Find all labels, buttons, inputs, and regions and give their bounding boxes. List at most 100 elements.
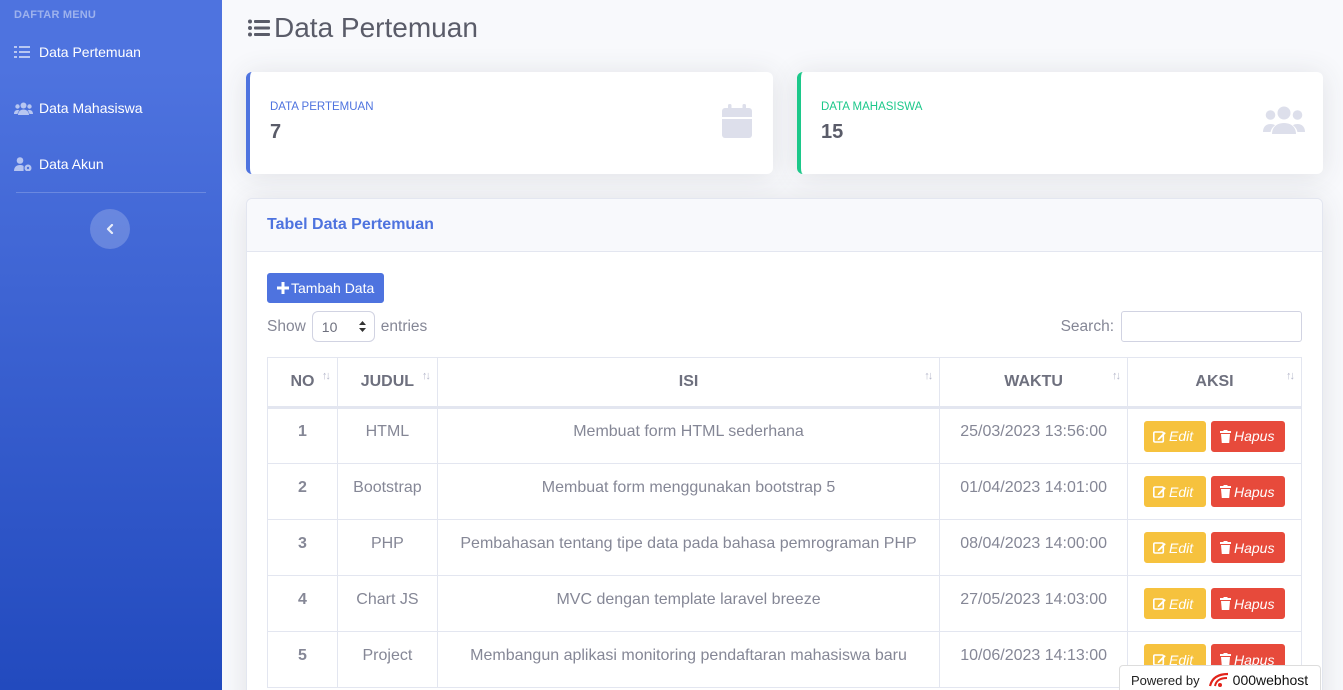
column-header-judul[interactable]: JUDUL ↑↓ — [336, 357, 438, 409]
search-input[interactable] — [1121, 311, 1302, 342]
table-card-title: Tabel Data Pertemuan — [267, 216, 434, 233]
table-row: 3 PHP Pembahasan tentang tipe data pada ba… — [267, 519, 1302, 576]
entries-length-control: Show 10 entries — [267, 311, 427, 342]
cell-aksi: Edit Hapus — [1127, 519, 1302, 576]
edit-button[interactable]: Edit — [1144, 532, 1206, 563]
stat-label: DATA PERTEMUAN — [270, 101, 374, 113]
sidebar-divider — [16, 192, 206, 193]
table-row: 1 HTML Membuat form HTML sederhana 25/03/20… — [267, 407, 1302, 464]
stat-card-data-pertemuan: DATA PERTEMUAN 7 — [246, 72, 773, 174]
entries-select-value: 10 — [321, 318, 338, 335]
stat-value: 15 — [821, 121, 844, 143]
cell-waktu: 10/06/2023 14:13:00 — [939, 631, 1129, 688]
column-header-isi[interactable]: ISI ↑↓ — [436, 357, 941, 409]
list-icon — [248, 19, 270, 37]
edit-button[interactable]: Edit — [1144, 476, 1206, 507]
cell-aksi: Edit Hapus — [1127, 575, 1302, 632]
sidebar: DAFTAR MENU Data Pertemuan Data Mahasisw… — [0, 0, 222, 690]
cell-judul: Chart JS — [336, 575, 438, 632]
cell-waktu: 08/04/2023 14:00:00 — [939, 519, 1129, 576]
cell-no: 2 — [267, 463, 338, 520]
sidebar-item-data-mahasiswa[interactable]: Data Mahasiswa — [14, 96, 143, 120]
webhost-logo-icon — [1208, 672, 1230, 688]
sidebar-toggle-button[interactable] — [90, 209, 130, 249]
edit-label: Edit — [1169, 595, 1194, 612]
users-icon — [1263, 106, 1305, 139]
table-card: Tabel Data Pertemuan Tambah Data Show 10… — [246, 198, 1323, 690]
show-label: Show — [267, 317, 306, 335]
column-header-waktu[interactable]: WAKTU ↑↓ — [939, 357, 1129, 409]
column-header-no[interactable]: NO ↑↓ — [267, 357, 338, 409]
trash-icon — [1220, 541, 1234, 554]
cell-waktu: 01/04/2023 14:01:00 — [939, 463, 1129, 520]
page-title: Data Pertemuan — [248, 12, 478, 44]
sidebar-item-data-pertemuan[interactable]: Data Pertemuan — [14, 40, 141, 64]
calendar-icon — [722, 104, 752, 143]
sort-icon: ↑↓ — [1112, 370, 1121, 382]
sidebar-item-label: Data Mahasiswa — [39, 100, 143, 116]
delete-label: Hapus — [1234, 428, 1275, 444]
edit-button[interactable]: Edit — [1144, 588, 1206, 619]
add-data-label: Tambah Data — [291, 280, 375, 296]
cell-isi: Pembahasan tentang tipe data pada bahasa… — [436, 519, 941, 576]
delete-button[interactable]: Hapus — [1211, 532, 1285, 563]
edit-label: Edit — [1169, 428, 1194, 444]
sort-icon: ↑↓ — [924, 370, 933, 382]
chevron-left-icon — [106, 224, 114, 234]
edit-label: Edit — [1169, 539, 1194, 556]
users-icon — [14, 102, 33, 115]
cell-judul: Bootstrap — [336, 463, 438, 520]
sort-icon: ↑↓ — [421, 370, 431, 382]
cell-isi: Membuat form menggunakan bootstrap 5 — [436, 463, 941, 520]
plus-icon — [277, 282, 289, 294]
edit-icon — [1153, 430, 1169, 443]
delete-label: Hapus — [1234, 483, 1275, 500]
delete-button[interactable]: Hapus — [1211, 588, 1285, 619]
data-table: NO ↑↓ JUDUL ↑↓ ISI ↑↓ WAKTU ↑↓ AKSI ↑↓ 1 HTML M… — [267, 357, 1302, 688]
cell-no: 3 — [267, 519, 338, 576]
list-icon — [14, 46, 33, 58]
entries-select[interactable]: 10 — [311, 311, 375, 342]
sort-icon: ↑↓ — [321, 370, 331, 382]
user-cog-icon — [14, 157, 33, 171]
cell-waktu: 25/03/2023 13:56:00 — [939, 407, 1129, 464]
powered-by-badge[interactable]: Powered by 000webhost — [1119, 665, 1321, 690]
edit-icon — [1153, 485, 1169, 498]
stat-value: 7 — [270, 121, 282, 143]
page-title-text: Data Pertemuan — [274, 12, 478, 43]
cell-waktu: 27/05/2023 14:03:00 — [939, 575, 1129, 632]
entries-label: entries — [380, 317, 428, 335]
cell-no: 5 — [267, 631, 338, 688]
sidebar-item-label: Data Pertemuan — [39, 44, 141, 60]
trash-icon — [1220, 429, 1234, 443]
stat-card-data-mahasiswa: DATA MAHASISWA 15 — [797, 72, 1323, 174]
cell-aksi: Edit Hapus — [1127, 463, 1302, 520]
edit-button[interactable]: Edit — [1144, 420, 1206, 452]
edit-icon — [1153, 597, 1169, 610]
edit-icon — [1153, 541, 1169, 554]
sidebar-item-data-akun[interactable]: Data Akun — [14, 152, 104, 176]
cell-isi: Membuat form HTML sederhana — [436, 407, 941, 464]
table-row: 2 Bootstrap Membuat form menggunakan boots… — [267, 463, 1302, 520]
add-data-button[interactable]: Tambah Data — [267, 273, 385, 303]
sidebar-item-label: Data Akun — [39, 156, 104, 172]
trash-icon — [1220, 597, 1234, 610]
search-label: Search: — [1060, 317, 1114, 335]
cell-isi: MVC dengan template laravel breeze — [436, 575, 941, 632]
powered-by-label: Powered by — [1131, 672, 1200, 688]
delete-label: Hapus — [1234, 539, 1275, 556]
powered-by-brand: 000webhost — [1232, 672, 1309, 688]
cell-aksi: Edit Hapus — [1127, 407, 1302, 464]
delete-button[interactable]: Hapus — [1211, 476, 1285, 507]
stat-label: DATA MAHASISWA — [821, 101, 923, 113]
cell-no: 1 — [267, 407, 338, 464]
delete-label: Hapus — [1234, 595, 1275, 612]
cell-judul: Project — [336, 631, 438, 688]
search-control: Search: — [1061, 311, 1302, 342]
cell-isi: Membangun aplikasi monitoring pendaftara… — [436, 631, 941, 688]
table-row: 4 Chart JS MVC dengan template laravel bre… — [267, 575, 1302, 632]
table-card-header: Tabel Data Pertemuan — [247, 199, 1322, 252]
cell-judul: HTML — [336, 407, 438, 464]
column-header-aksi[interactable]: AKSI ↑↓ — [1127, 357, 1302, 409]
delete-button[interactable]: Hapus — [1211, 420, 1285, 452]
